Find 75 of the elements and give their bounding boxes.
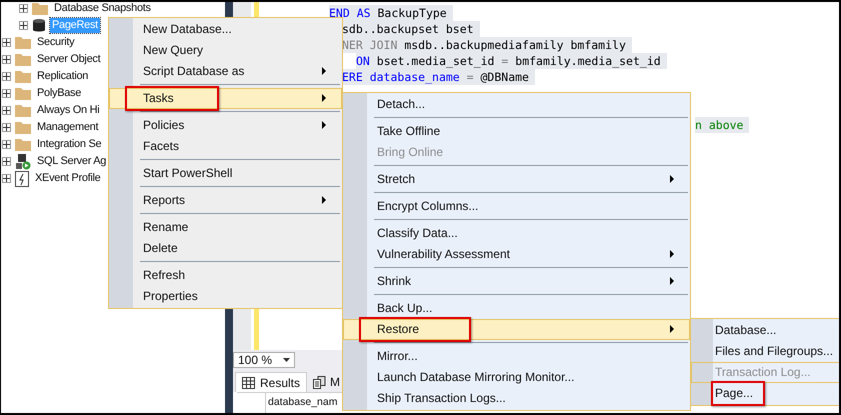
folder-icon [15, 121, 31, 134]
caret-icon [283, 358, 290, 362]
expand-icon[interactable] [19, 21, 28, 30]
expand-icon[interactable] [2, 123, 11, 132]
submenu-arrow-icon [670, 325, 674, 333]
menu-item[interactable]: Page... [691, 383, 839, 404]
expand-icon[interactable] [2, 72, 11, 81]
expand-icon[interactable] [2, 106, 11, 115]
menu-item[interactable]: Delete [109, 238, 342, 259]
submenu-arrow-icon [322, 94, 326, 102]
folder-icon [15, 138, 31, 151]
menu-item[interactable]: Reports [109, 184, 342, 211]
menu-item[interactable]: Restore [343, 319, 690, 340]
expand-icon[interactable] [2, 38, 11, 47]
event-icon [15, 170, 29, 186]
tree-item[interactable]: Database Snapshots [52, 2, 153, 16]
menu-item[interactable]: Vulnerability Assessment [343, 244, 690, 265]
folder-icon [15, 70, 31, 83]
messages-icon [313, 376, 326, 388]
submenu-arrow-icon [670, 277, 674, 285]
menu-item[interactable]: Take Offline [343, 115, 690, 142]
expand-icon[interactable] [2, 174, 11, 183]
tree-item[interactable]: Server Object [35, 52, 102, 67]
menu-item[interactable]: Launch Database Mirroring Monitor... [343, 367, 690, 388]
menu-item[interactable]: Files and Filegroups... [691, 341, 839, 362]
submenu-arrow-icon [322, 121, 326, 129]
results-tab[interactable]: M [309, 372, 340, 392]
expand-icon[interactable] [19, 4, 28, 13]
tree-item[interactable]: Integration Se [35, 137, 104, 152]
grid-icon [242, 376, 255, 388]
menu-item[interactable]: Encrypt Columns... [343, 190, 690, 217]
menu-item[interactable]: Stretch [343, 163, 690, 190]
agent-icon [15, 154, 31, 170]
menu-item[interactable]: Rename [109, 211, 342, 238]
menu-item[interactable]: Classify Data... [343, 217, 690, 244]
tree-item[interactable]: Replication [35, 69, 90, 84]
menu-item[interactable]: Ship Transaction Logs... [343, 388, 690, 409]
menu-item[interactable]: Policies [109, 109, 342, 136]
zoom-dropdown[interactable]: 100 % [233, 352, 295, 368]
folder-icon [15, 104, 31, 117]
menu-item[interactable]: Shrink [343, 265, 690, 292]
tree-item[interactable]: Management [35, 120, 100, 135]
menu-item[interactable]: Back Up... [343, 292, 690, 319]
menu-item[interactable]: Script Database as [109, 61, 342, 82]
column-header: database_nam [267, 395, 338, 410]
database-icon [32, 18, 46, 33]
menu-item[interactable]: Facets [109, 136, 342, 157]
menu-item[interactable]: Detach... [343, 94, 690, 115]
annotation-box [711, 381, 765, 406]
tree-item[interactable]: Security [35, 35, 76, 50]
tree-item[interactable]: XEvent Profile [33, 171, 103, 186]
menu-item[interactable]: Properties [109, 286, 342, 307]
expand-icon[interactable] [2, 140, 11, 149]
menu-item[interactable]: Database... [691, 320, 839, 341]
folder-icon [15, 53, 31, 66]
results-tab[interactable]: Results [235, 372, 308, 392]
expand-icon[interactable] [2, 157, 11, 166]
submenu-arrow-icon [322, 196, 326, 204]
tree-item[interactable]: SQL Server Ag [35, 154, 108, 169]
submenu-arrow-icon [670, 250, 674, 258]
expand-icon[interactable] [2, 55, 11, 64]
tree-item[interactable]: PolyBase [35, 86, 84, 101]
submenu-arrow-icon [322, 67, 326, 75]
menu-item[interactable]: Mirror... [343, 340, 690, 367]
submenu-arrow-icon [670, 175, 674, 183]
folder-icon [32, 2, 48, 15]
expand-icon[interactable] [2, 89, 11, 98]
menu-item[interactable]: Tasks [109, 82, 342, 109]
folder-icon [15, 36, 31, 49]
menu-item[interactable]: Refresh [109, 259, 342, 286]
tree-item[interactable]: Always On Hi [35, 103, 102, 118]
menu-item[interactable]: New Database... [109, 19, 342, 40]
menu-item[interactable]: Start PowerShell [109, 157, 342, 184]
menu-item[interactable]: New Query [109, 40, 342, 61]
folder-icon [15, 87, 31, 100]
